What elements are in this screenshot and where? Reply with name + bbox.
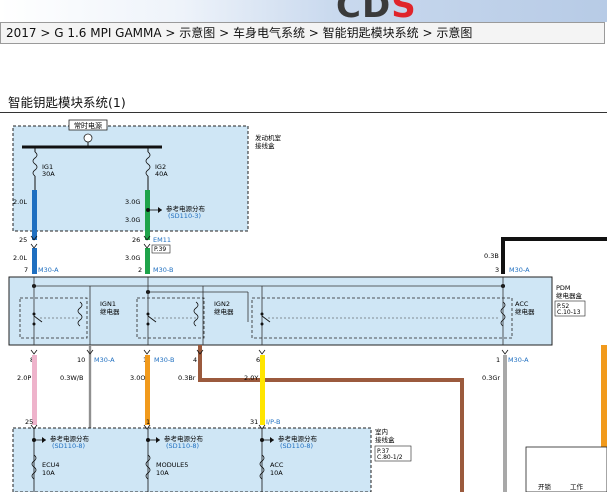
wire-label-3-0O: 3.0O <box>130 374 145 382</box>
wire-blue-upper <box>32 190 37 240</box>
state-table-col-unlock: 开锁 <box>538 482 552 491</box>
pin-1-b: 1 <box>496 356 500 364</box>
pin-10: 10 <box>77 356 85 364</box>
indoor-ref-connector[interactable]: C.80-1/2 <box>377 454 403 461</box>
pin-26: 26 <box>132 236 140 244</box>
ref-sd110-8-link-1[interactable]: (SD110-8) <box>52 442 85 450</box>
conn-m30a-3: M30-A <box>94 356 115 364</box>
pin-31: 31 <box>250 418 258 426</box>
pin-3: 3 <box>495 266 499 274</box>
ref-sd110-8-link-2[interactable]: (SD110-8) <box>166 442 199 450</box>
wire-label-0-3B: 0.3B <box>484 252 499 260</box>
indoor-box-label-1: 室内 <box>375 427 388 436</box>
relay-acc-name: ACC <box>515 300 529 308</box>
pin-25: 25 <box>19 236 27 244</box>
pdm-relay-box <box>8 276 553 346</box>
relay-ign2-name: IGN2 <box>214 300 230 308</box>
wire-yellow <box>260 355 265 425</box>
conn-m30b-2: M30-B <box>154 356 174 364</box>
pin-4: 4 <box>193 356 197 364</box>
fuse-ecu4-name: ECU4 <box>42 461 60 469</box>
wire-label-0-3Br: 0.3Br <box>178 374 196 382</box>
relay-acc-label: 继电器 <box>515 307 535 316</box>
wire-black-horizontal <box>501 237 607 241</box>
conn-m30a-2: M30-A <box>509 266 530 274</box>
wire-gray <box>503 355 507 492</box>
wire-label-2-0L-a: 2.0L <box>13 198 27 206</box>
pdm-label: PDM <box>556 284 571 292</box>
wire-green-lower <box>145 248 150 274</box>
fuse-ig2-rating: 40A <box>155 170 168 178</box>
ref-sd110-8-link-3[interactable]: (SD110-8) <box>280 442 313 450</box>
conn-m30b-1: M30-B <box>153 266 173 274</box>
conn-ip-b: I/P-B <box>266 418 280 426</box>
fuse-ecu4-rating: 10A <box>42 469 55 477</box>
wire-label-2-0L-b: 2.0L <box>13 254 27 262</box>
wire-label-3-0G-a: 3.0G <box>125 198 140 206</box>
wire-green-upper <box>145 190 150 240</box>
wire-black-vertical <box>501 237 505 274</box>
ref-sd110-3-link[interactable]: (SD110-3) <box>168 212 201 220</box>
pin-25-b: 25 <box>25 418 33 426</box>
fuse-module5-name: MODULE5 <box>156 461 188 469</box>
fuse-module5-rating: 10A <box>156 469 169 477</box>
conn-p39-ref[interactable]: P.39 <box>154 246 166 253</box>
wire-orange <box>145 355 150 425</box>
fuse-acc-name: ACC <box>270 461 284 469</box>
relay-ign2-label: 继电器 <box>214 307 234 316</box>
pin-7: 7 <box>24 266 28 274</box>
wire-pink <box>32 355 37 425</box>
engine-box-label-1: 发动机室 <box>255 133 282 142</box>
state-table-col-work: 工作 <box>570 482 584 491</box>
wire-label-3-0G-c: 3.0G <box>125 254 140 262</box>
relay-ign1-name: IGN1 <box>100 300 116 308</box>
power-terminal <box>83 133 93 143</box>
pin-1-c: 1 <box>146 418 150 426</box>
conn-m30a-4: M30-A <box>508 356 529 364</box>
conn-m30a-1: M30-A <box>38 266 59 274</box>
fuse-acc-rating: 10A <box>270 469 283 477</box>
wiring-diagram: 常时电源 发动机室 接线盒 IG1 30A IG2 40A 2.0L 2.0L … <box>8 119 607 492</box>
conn-em11: EM11 <box>153 236 171 244</box>
wire-label-3-0G-b: 3.0G <box>125 216 140 224</box>
wire-label-2-0Y: 2.0Y <box>244 374 258 382</box>
wire-label-0-3Gr: 0.3Gr <box>482 374 500 382</box>
pdm-relay-box-label: 继电器盒 <box>556 291 583 300</box>
wire-blue-lower <box>32 248 37 274</box>
constant-power-label: 常时电源 <box>74 121 102 130</box>
wire-label-2-0P: 2.0P <box>17 374 31 382</box>
relay-ign1-label: 继电器 <box>100 307 120 316</box>
fuse-ig1-rating: 30A <box>42 170 55 178</box>
engine-box-label-2: 接线盒 <box>255 141 275 150</box>
pdm-ref-connector[interactable]: C.10-13 <box>557 309 581 316</box>
wire-label-0-3WB: 0.3W/B <box>60 374 83 382</box>
pin-2: 2 <box>138 266 142 274</box>
pin-6: 6 <box>256 356 260 364</box>
indoor-box-label-2: 接线盒 <box>375 435 395 444</box>
